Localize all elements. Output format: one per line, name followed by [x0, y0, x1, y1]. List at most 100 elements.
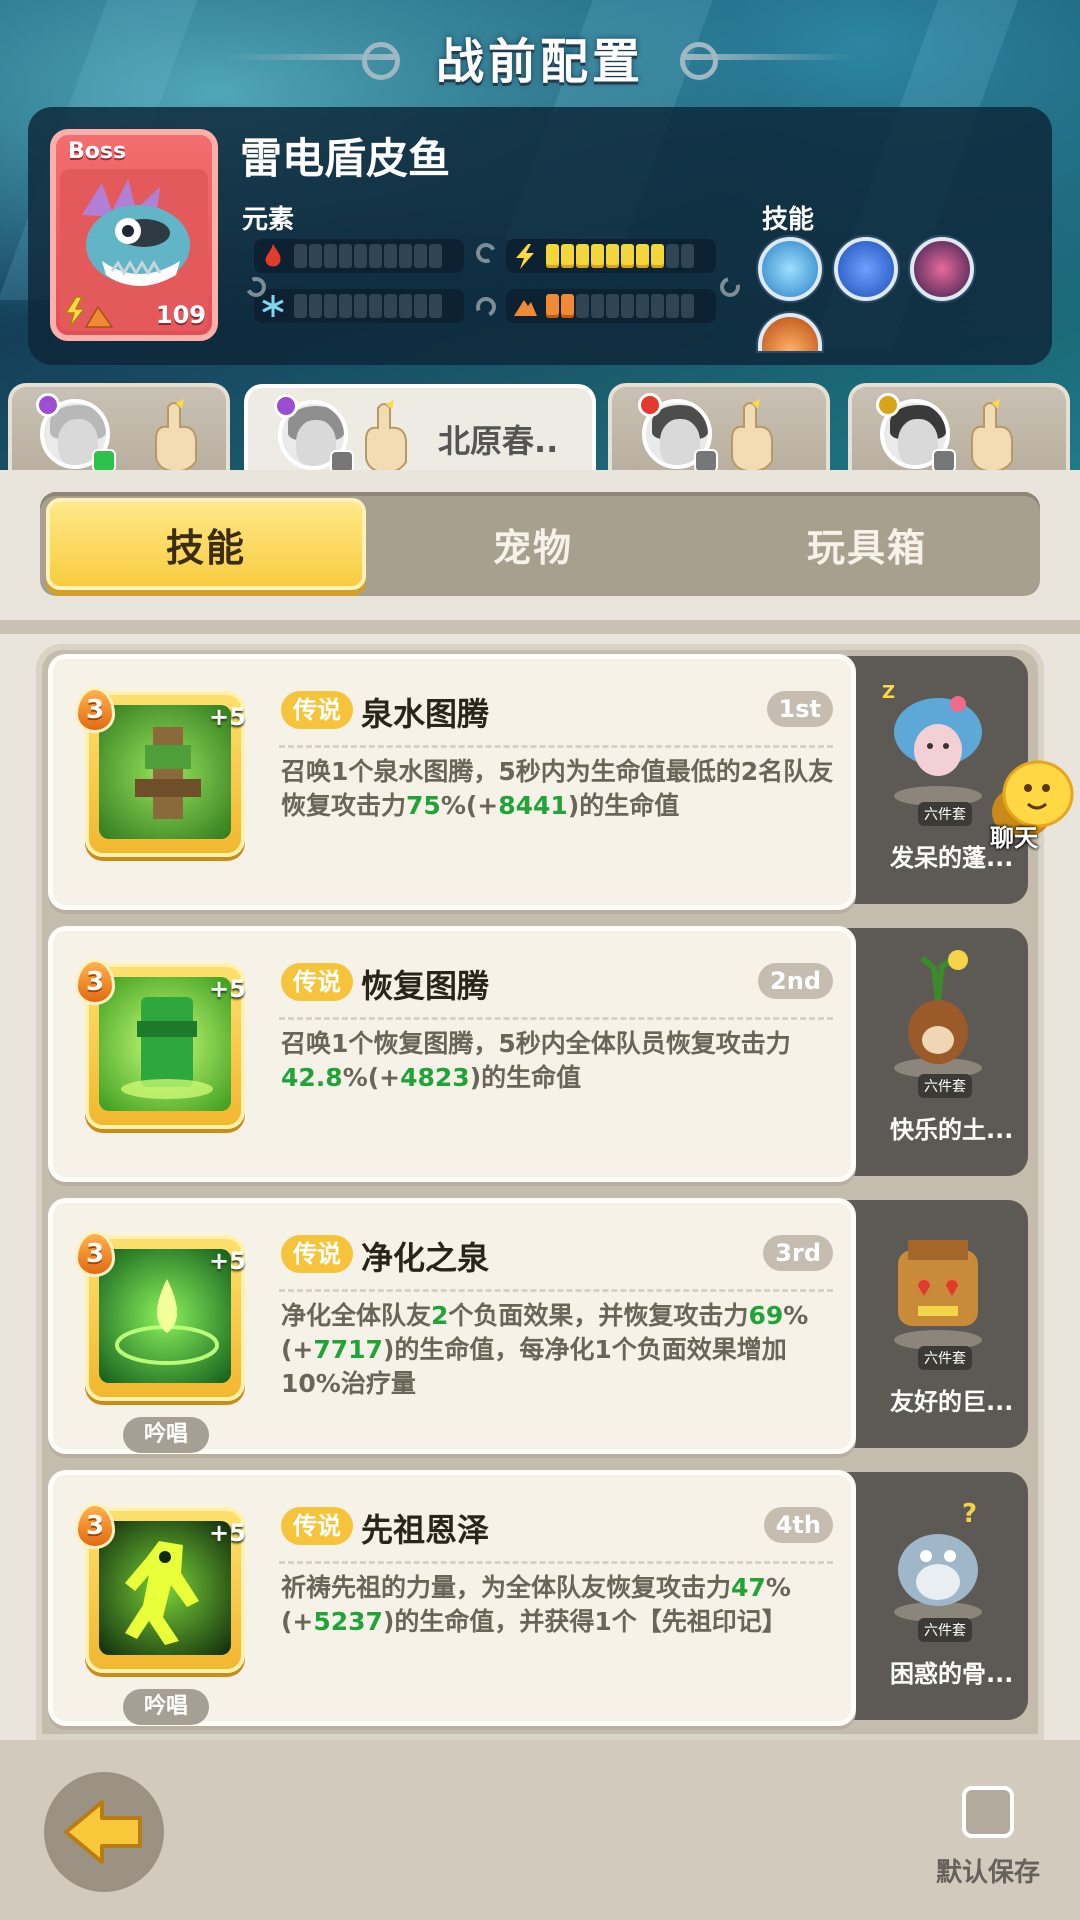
element-segment — [309, 244, 322, 268]
boss-skill-earth-icon[interactable] — [758, 313, 822, 351]
skill-label: 技能 — [762, 205, 815, 235]
skill-card-4[interactable]: 3 +5 吟唱 传说 先祖恩泽 4th 祈祷先祖的力量，为全体队友恢复攻击力47… — [48, 1470, 856, 1726]
element-segment — [681, 244, 694, 268]
element-segment — [399, 294, 412, 318]
skill-card-2[interactable]: 3 +5 传说 恢复图腾 2nd 召唤1个恢复图腾，5秒内全体队员恢复攻击力42… — [48, 926, 856, 1182]
divider — [279, 1017, 833, 1020]
element-segment — [666, 244, 679, 268]
element-segment — [591, 244, 604, 268]
character-tab-3[interactable] — [608, 383, 830, 470]
element-segment — [339, 294, 352, 318]
status-icon — [932, 449, 956, 470]
skill-card-3[interactable]: 3 +5 吟唱 传说 净化之泉 3rd 净化全体队友2个负面效果，并恢复攻击力6… — [48, 1198, 856, 1454]
pet-name: 友好的巨... — [890, 1388, 1014, 1416]
element-segment — [369, 294, 382, 318]
skill-plus-level: +5 — [209, 703, 246, 731]
element-segment — [414, 294, 427, 318]
chat-label[interactable]: 聊天 — [990, 818, 1038, 853]
skill-plus-level: +5 — [209, 1247, 246, 1275]
element-segments — [294, 244, 442, 268]
pet-slot-3[interactable]: 六件套 友好的巨... — [838, 1200, 1028, 1448]
ice-icon — [262, 295, 284, 317]
pet-mole-icon — [894, 950, 982, 1078]
element-segment — [651, 244, 664, 268]
footer: 默认保存 — [0, 1740, 1080, 1920]
character-tab-2[interactable]: 北原春.. — [244, 384, 596, 470]
element-segment — [636, 244, 649, 268]
pet-set-tag: 六件套 — [918, 1346, 972, 1370]
skill-level-badge: 3 — [75, 687, 115, 733]
title-ornament-right — [680, 42, 854, 80]
lightning-earth-icon — [64, 296, 114, 328]
skill-level-badge: 3 — [75, 1503, 115, 1549]
skill-plus-level: +5 — [209, 975, 246, 1003]
element-segment — [546, 294, 559, 318]
element-segment — [339, 244, 352, 268]
boss-panel: Boss 109 雷电盾皮鱼 元素 技能 — [28, 107, 1052, 365]
skill-card-1[interactable]: 3 +5 传说 泉水图腾 1st 召唤1个泉水图腾，5秒内为生命值最低的2名队友… — [48, 654, 856, 910]
tab-skills[interactable]: 技能 — [46, 498, 366, 590]
pet-slot-2[interactable]: 六件套 快乐的土... — [838, 928, 1028, 1176]
boss-skill-lightning-icon[interactable] — [834, 237, 898, 301]
element-segment — [429, 244, 442, 268]
back-button[interactable] — [44, 1772, 164, 1892]
element-segment — [591, 294, 604, 318]
element-segment — [429, 294, 442, 318]
rarity-badge: 传说 — [281, 1507, 353, 1545]
skill-description: 净化全体队友2个负面效果，并恢复攻击力69%(+7717)的生命值，每净化1个负… — [281, 1301, 809, 1398]
element-segment — [621, 294, 634, 318]
element-segment — [294, 294, 307, 318]
skill-order-badge: 3rd — [763, 1235, 833, 1271]
skill-order-badge: 4th — [763, 1507, 833, 1543]
element-label: 元素 — [242, 205, 295, 235]
element-segment — [354, 244, 367, 268]
element-badge-icon — [876, 393, 900, 417]
element-segment — [606, 244, 619, 268]
boss-creature-icon — [82, 179, 190, 286]
boss-tag: Boss — [68, 139, 127, 164]
character-tab-4[interactable] — [848, 383, 1070, 470]
element-bar-lightning — [506, 239, 716, 273]
pet-set-tag: 六件套 — [918, 1618, 972, 1642]
svg-text:?: ? — [962, 1499, 977, 1529]
boss-name: 雷电盾皮鱼 — [240, 134, 451, 183]
battle-header: 战前配置 Boss 109 雷电盾皮鱼 元素 技能 北原春.. — [0, 0, 1080, 470]
default-save-label[interactable]: 默认保存 — [936, 1852, 1040, 1889]
boss-skill-creature-icon[interactable] — [910, 237, 974, 301]
character-tab-1[interactable] — [8, 383, 230, 470]
boss-portrait-card[interactable]: Boss 109 — [50, 129, 218, 341]
skill-level-badge: 3 — [75, 959, 115, 1005]
rarity-badge: 传说 — [281, 691, 353, 729]
element-segment — [636, 294, 649, 318]
boss-skill-ice-icon[interactable] — [758, 237, 822, 301]
pointing-hand-icon — [365, 400, 407, 470]
default-save-checkbox[interactable] — [962, 1786, 1014, 1838]
skill-order-badge: 2nd — [758, 963, 833, 999]
fire-icon — [265, 244, 281, 267]
element-segment — [681, 294, 694, 318]
divider — [279, 1561, 833, 1564]
chant-badge: 吟唱 — [123, 1689, 209, 1725]
element-segment — [621, 244, 634, 268]
divider — [279, 745, 833, 748]
element-badge-icon — [36, 393, 60, 417]
element-segment — [309, 294, 322, 318]
element-segment — [414, 244, 427, 268]
tab-pets[interactable]: 宠物 — [366, 498, 700, 590]
lightning-icon — [516, 244, 534, 269]
element-segment — [546, 244, 559, 268]
pointing-hand-icon — [971, 399, 1013, 470]
earth-icon — [514, 300, 537, 316]
pet-dino-icon: ? — [894, 1499, 982, 1622]
category-tabs: 技能 宠物 玩具箱 — [40, 492, 1040, 596]
divider — [279, 1289, 833, 1292]
pet-slot-4[interactable]: ? 六件套 困惑的骨... — [838, 1472, 1028, 1720]
skill-title: 泉水图腾 — [361, 695, 490, 733]
tab-toybox[interactable]: 玩具箱 — [700, 498, 1034, 590]
element-segment — [651, 294, 664, 318]
pointing-hand-icon — [731, 399, 773, 470]
character-name: 北原春.. — [438, 422, 559, 460]
rarity-badge: 传说 — [281, 963, 353, 1001]
element-segments — [546, 244, 694, 268]
skill-description: 召唤1个泉水图腾，5秒内为生命值最低的2名队友恢复攻击力75%(+8441)的生… — [281, 757, 834, 820]
